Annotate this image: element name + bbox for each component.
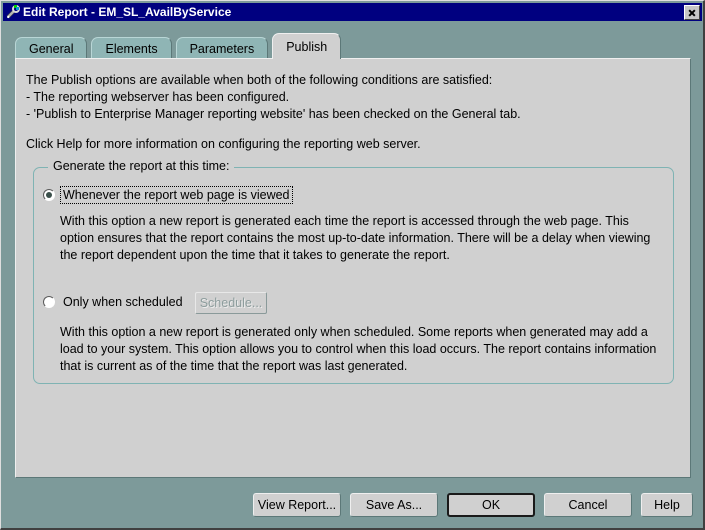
radio-row-only-scheduled[interactable]: Only when scheduled [43,294,185,310]
radio-whenever-viewed[interactable] [43,189,55,201]
description-only-scheduled: With this option a new report is generat… [60,325,657,373]
ok-button[interactable]: OK [447,493,535,517]
close-icon[interactable] [684,4,700,20]
tab-bar: General Elements Parameters Publish [15,33,345,59]
intro-line-3: - 'Publish to Enterprise Manager reporti… [26,107,521,121]
description-whenever-viewed: With this option a new report is generat… [60,214,651,262]
tab-parameters[interactable]: Parameters [175,37,269,59]
intro-help-line: Click Help for more information on confi… [26,137,421,151]
tab-general[interactable]: General [15,37,88,59]
radio-row-whenever-viewed[interactable]: Whenever the report web page is viewed [43,186,293,204]
generate-time-groupbox: Generate the report at this time: Whenev… [33,159,674,384]
bottom-separator [3,480,702,482]
save-as-button[interactable]: Save As... [350,493,438,517]
help-button[interactable]: Help [641,493,693,517]
window-title: Edit Report - EM_SL_AvailByService [23,5,232,19]
publish-tab-panel: The Publish options are available when b… [15,58,691,478]
intro-line-1: The Publish options are available when b… [26,73,493,87]
radio-only-scheduled[interactable] [43,296,55,308]
view-report-button[interactable]: View Report... [253,493,341,517]
dialog-button-bar: View Report... Save As... OK Cancel Help [1,487,702,523]
report-tool-icon [5,4,21,20]
schedule-button[interactable]: Schedule... [195,292,267,314]
radio-label-whenever-viewed[interactable]: Whenever the report web page is viewed [60,186,293,204]
radio-label-only-scheduled[interactable]: Only when scheduled [61,294,185,310]
edit-report-dialog: Edit Report - EM_SL_AvailByService Gener… [0,0,705,530]
title-bar[interactable]: Edit Report - EM_SL_AvailByService [3,3,702,21]
groupbox-legend: Generate the report at this time: [48,159,235,173]
intro-line-2: - The reporting webserver has been confi… [26,90,290,104]
tab-elements[interactable]: Elements [91,37,172,59]
cancel-button[interactable]: Cancel [544,493,632,517]
tab-publish[interactable]: Publish [272,33,342,59]
